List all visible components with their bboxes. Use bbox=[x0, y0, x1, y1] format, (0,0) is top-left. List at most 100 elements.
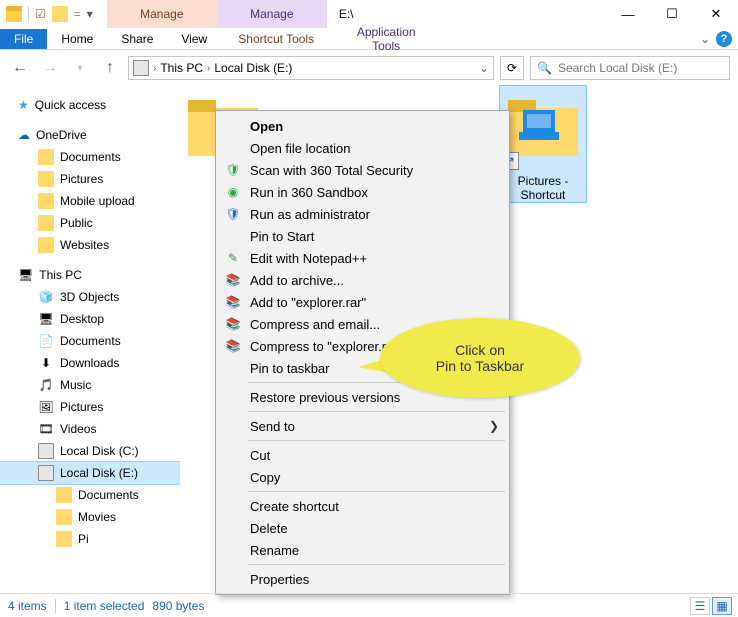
tree-item[interactable]: 🎵Music bbox=[0, 374, 180, 396]
history-dropdown[interactable]: ▾ bbox=[68, 56, 92, 80]
share-tab[interactable]: Share bbox=[107, 29, 167, 49]
folder-icon bbox=[38, 149, 54, 165]
tree-item[interactable]: Documents bbox=[0, 484, 180, 506]
status-count: 4 items bbox=[8, 599, 47, 613]
tree-item[interactable]: Local Disk (C:) bbox=[0, 440, 180, 462]
tree-item[interactable]: Movies bbox=[0, 506, 180, 528]
menu-item[interactable]: Delete bbox=[218, 517, 507, 539]
tree-label: Documents bbox=[60, 150, 121, 164]
contextual-tab-app-manage[interactable]: Manage bbox=[217, 0, 327, 28]
crumb-drive[interactable]: Local Disk (E:) bbox=[214, 61, 292, 75]
tree-item[interactable]: ⬇Downloads bbox=[0, 352, 180, 374]
contextual-tab-shortcut-manage[interactable]: Manage bbox=[107, 0, 217, 28]
menu-item[interactable]: 📚Add to archive... bbox=[218, 269, 507, 291]
tree-item[interactable]: Public bbox=[0, 212, 180, 234]
menu-item[interactable]: Open bbox=[218, 115, 507, 137]
tree-label: Public bbox=[60, 216, 93, 230]
search-icon: 🔍 bbox=[537, 61, 552, 75]
nav-tree[interactable]: ★Quick access ☁OneDrive Documents Picture… bbox=[0, 86, 180, 592]
menu-item-label: Send to bbox=[250, 419, 295, 434]
menu-separator bbox=[248, 411, 505, 412]
menu-item[interactable]: 📚Add to "explorer.rar" bbox=[218, 291, 507, 313]
forward-button[interactable]: → bbox=[38, 56, 62, 80]
ribbon-chevron-icon[interactable]: ⌄ bbox=[700, 32, 710, 46]
shortcut-tools-tab[interactable]: Shortcut Tools bbox=[221, 28, 331, 50]
minimize-button[interactable]: — bbox=[606, 0, 650, 28]
menu-item-label: Pin to taskbar bbox=[250, 361, 330, 376]
tree-quick-access[interactable]: ★Quick access bbox=[0, 94, 180, 116]
menu-item[interactable]: Copy bbox=[218, 466, 507, 488]
menu-item[interactable]: Pin to Start bbox=[218, 225, 507, 247]
tree-item[interactable]: Local Disk (E:) bbox=[0, 462, 180, 484]
menu-item[interactable]: ✎Edit with Notepad++ bbox=[218, 247, 507, 269]
tree-onedrive[interactable]: ☁OneDrive bbox=[0, 124, 180, 146]
tree-item[interactable]: Mobile upload bbox=[0, 190, 180, 212]
tree-item[interactable]: Pi bbox=[0, 528, 180, 550]
search-input[interactable]: 🔍 Search Local Disk (E:) bbox=[530, 56, 730, 80]
close-button[interactable]: ✕ bbox=[694, 0, 738, 28]
qat-sep bbox=[28, 6, 29, 22]
home-tab[interactable]: Home bbox=[47, 29, 107, 49]
folder-type-icon: 🧊 bbox=[38, 289, 54, 305]
up-button[interactable]: ↑ bbox=[98, 56, 122, 80]
menu-item-label: Open bbox=[250, 119, 283, 134]
crumb-sep-icon: › bbox=[153, 63, 156, 74]
address-dropdown-icon[interactable]: ⌄ bbox=[479, 61, 489, 75]
folder-icon bbox=[38, 193, 54, 209]
tree-item[interactable]: 📄Documents bbox=[0, 330, 180, 352]
qat-dropdown[interactable]: ▾ bbox=[87, 7, 93, 21]
tree-item[interactable]: Pictures bbox=[0, 168, 180, 190]
refresh-button[interactable]: ⟳ bbox=[500, 56, 524, 80]
back-button[interactable]: ← bbox=[8, 56, 32, 80]
view-icons-button[interactable]: ▦ bbox=[712, 597, 732, 615]
menu-item-icon: 📚 bbox=[224, 315, 242, 333]
help-button[interactable]: ? bbox=[716, 31, 732, 47]
file-tab[interactable]: File bbox=[0, 29, 47, 49]
address-bar[interactable]: › This PC› Local Disk (E:) ⌄ bbox=[128, 56, 494, 80]
menu-item[interactable]: 🛡Scan with 360 Total Security bbox=[218, 159, 507, 181]
menu-item[interactable]: Create shortcut bbox=[218, 495, 507, 517]
menu-item[interactable]: Cut bbox=[218, 444, 507, 466]
tree-item[interactable]: 🖥Desktop bbox=[0, 308, 180, 330]
file-item-selected[interactable]: ↗ Pictures -Shortcut bbox=[500, 86, 586, 202]
status-selected: 1 item selected bbox=[64, 599, 145, 613]
qat-folder-icon[interactable] bbox=[52, 6, 68, 22]
tree-item[interactable]: 🖼Pictures bbox=[0, 396, 180, 418]
tree-item[interactable]: 🧊 3D Objects bbox=[0, 286, 180, 308]
menu-item[interactable]: 🛡Run as administrator bbox=[218, 203, 507, 225]
qat-check-icon[interactable]: ☑ bbox=[35, 7, 46, 21]
callout-text: Pin to Taskbar bbox=[436, 358, 524, 374]
menu-item[interactable]: Properties bbox=[218, 568, 507, 590]
view-details-button[interactable]: ☰ bbox=[690, 597, 710, 615]
tree-thispc[interactable]: 🖥This PC bbox=[0, 264, 180, 286]
qat-eq-icon[interactable]: = bbox=[74, 7, 81, 21]
menu-item[interactable]: Open file location bbox=[218, 137, 507, 159]
menu-item[interactable]: Rename bbox=[218, 539, 507, 561]
drive-icon bbox=[38, 465, 54, 481]
tree-label: Downloads bbox=[60, 356, 119, 370]
menu-item-label: Scan with 360 Total Security bbox=[250, 163, 413, 178]
folder-icon bbox=[38, 237, 54, 253]
view-tab[interactable]: View bbox=[167, 29, 221, 49]
tree-label: Desktop bbox=[60, 312, 104, 326]
menu-item-label: Pin to Start bbox=[250, 229, 314, 244]
tree-label: Pi bbox=[78, 532, 89, 546]
menu-item-label: Restore previous versions bbox=[250, 390, 400, 405]
menu-item[interactable]: Send to❯ bbox=[218, 415, 507, 437]
tree-item[interactable]: 🎞Videos bbox=[0, 418, 180, 440]
tree-item[interactable]: Websites bbox=[0, 234, 180, 256]
app-icon bbox=[6, 6, 22, 22]
menu-item[interactable]: ◉Run in 360 Sandbox bbox=[218, 181, 507, 203]
menu-item-label: Rename bbox=[250, 543, 299, 558]
menu-separator bbox=[248, 564, 505, 565]
callout-text: Click on bbox=[455, 342, 505, 358]
pc-icon: 🖥 bbox=[18, 268, 33, 282]
maximize-button[interactable]: ☐ bbox=[650, 0, 694, 28]
tree-label: 3D Objects bbox=[60, 290, 119, 304]
tree-item[interactable]: Documents bbox=[0, 146, 180, 168]
application-tools-tab[interactable]: Application Tools bbox=[331, 21, 441, 57]
menu-item-icon: 📚 bbox=[224, 293, 242, 311]
crumb-thispc[interactable]: This PC› bbox=[160, 61, 210, 75]
menu-item-label: Edit with Notepad++ bbox=[250, 251, 367, 266]
menu-item-label: Copy bbox=[250, 470, 280, 485]
